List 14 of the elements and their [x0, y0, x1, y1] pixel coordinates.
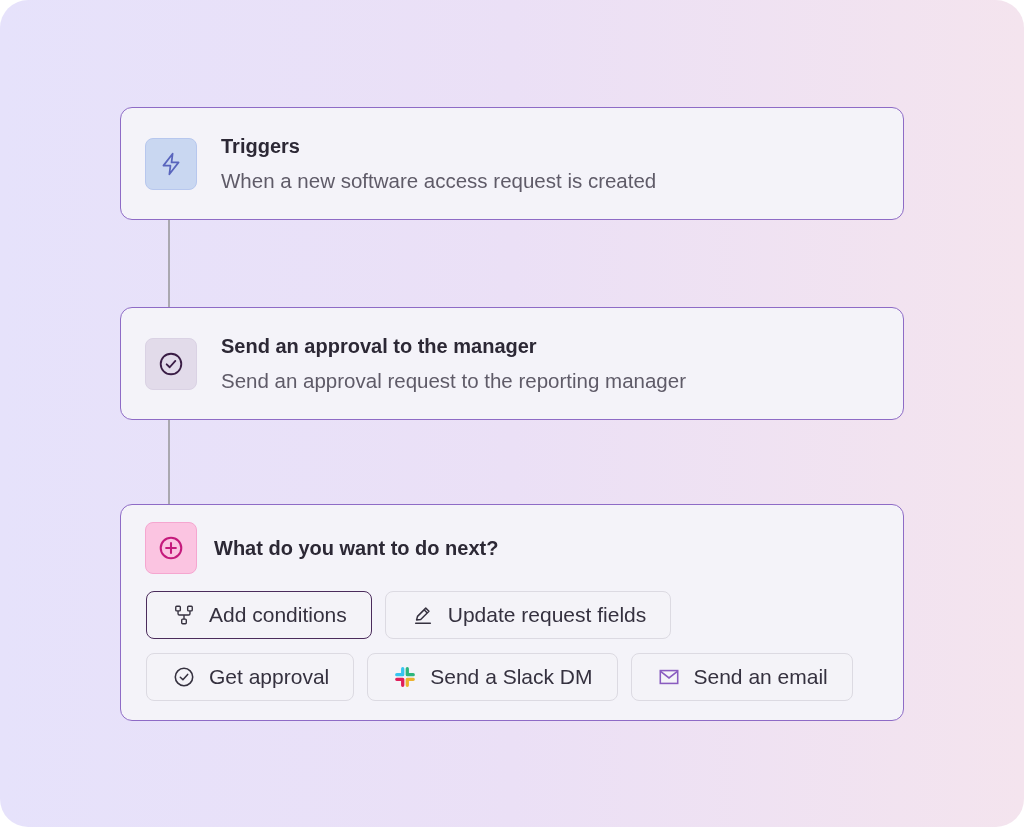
option-button[interactable]: Update request fields [384, 591, 672, 639]
hash-logo-icon [394, 666, 417, 688]
option-button[interactable]: Send a Slack DM [367, 653, 618, 701]
option-button[interactable]: Send an email [630, 653, 853, 701]
option-button[interactable]: Get approval [146, 653, 355, 701]
next-step-title: What do you want to do next? [214, 536, 499, 560]
step-title: Send an approval to the manager [221, 334, 538, 358]
check-circle-icon [173, 666, 195, 688]
step-description: Send an approval request to the reporting manager [221, 369, 686, 393]
branch-icon [173, 604, 195, 626]
step-title: Triggers [221, 134, 301, 158]
step-description: When a new software access request is created [221, 169, 657, 193]
lightning-icon [145, 137, 197, 190]
option-button[interactable]: Add conditions [146, 591, 372, 639]
